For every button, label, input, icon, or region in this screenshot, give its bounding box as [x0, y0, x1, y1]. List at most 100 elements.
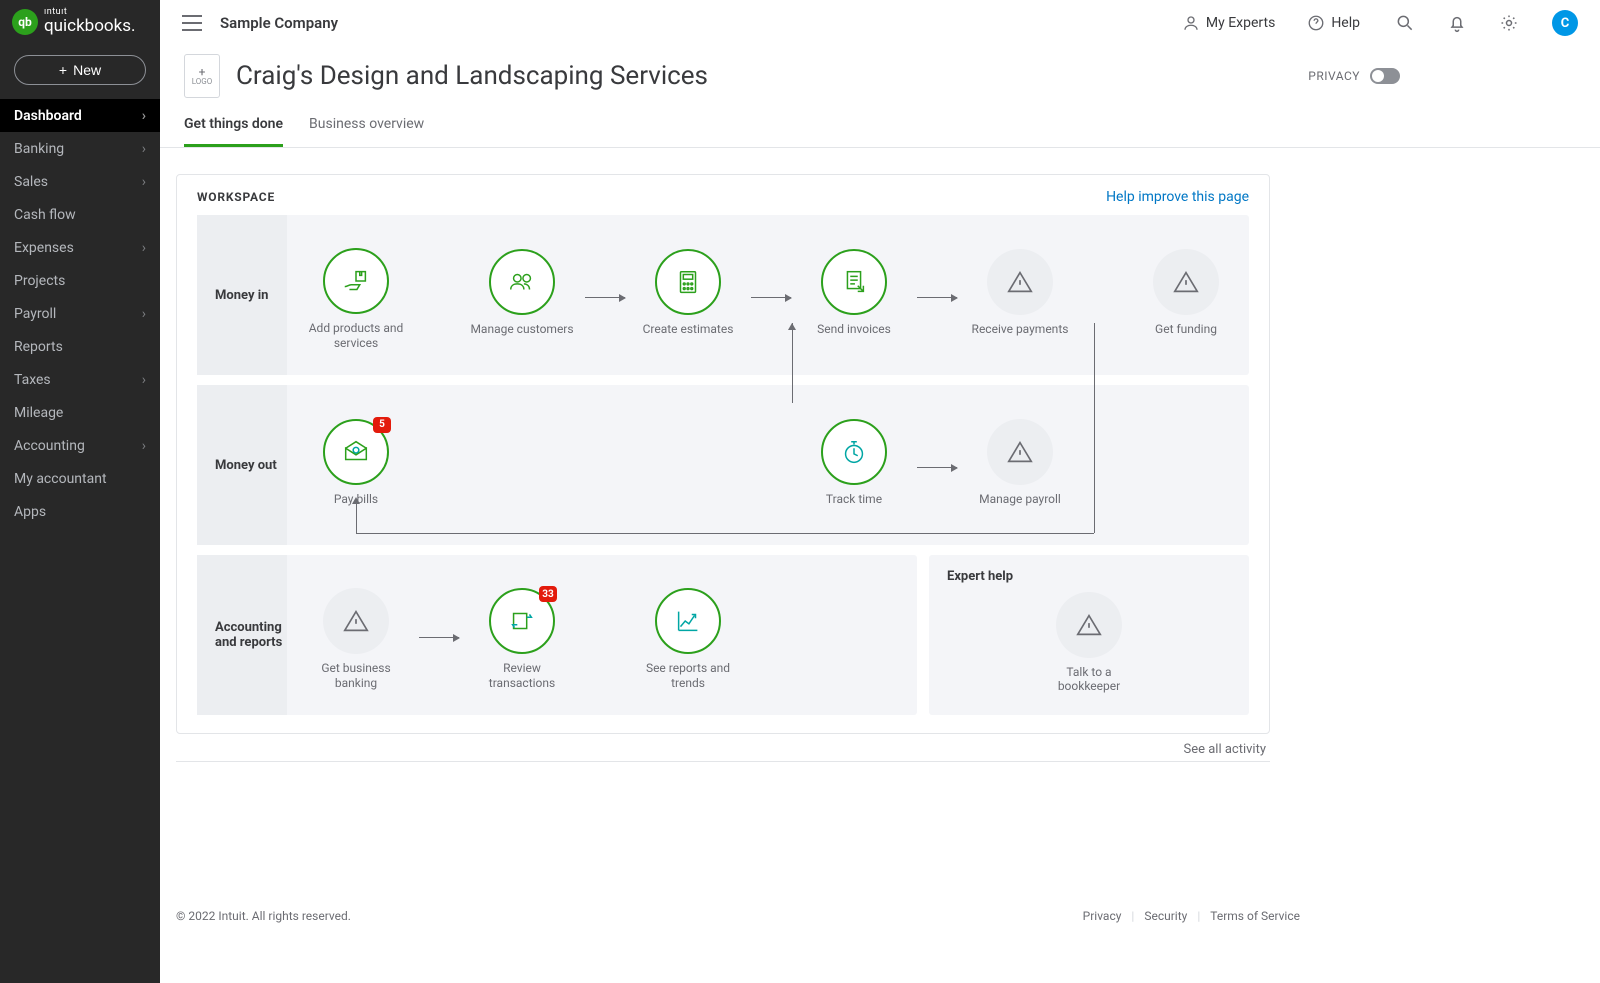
chevron-right-icon: › — [142, 372, 146, 388]
privacy-toggle[interactable] — [1370, 68, 1400, 84]
hamburger-icon[interactable] — [182, 15, 202, 31]
my-experts-link[interactable]: My Experts — [1182, 14, 1275, 32]
row-accounting: Accounting and reports Get business bank… — [197, 555, 917, 715]
copyright: © 2022 Intuit. All rights reserved. — [176, 909, 351, 923]
calculator-icon — [673, 267, 703, 297]
logo-placeholder[interactable]: + LOGO — [184, 54, 220, 98]
sidebar-item-banking[interactable]: Banking› — [0, 132, 160, 165]
tile-manage-payroll[interactable]: Manage payroll — [967, 419, 1073, 520]
money-in-label: Money in — [215, 288, 268, 303]
my-experts-label: My Experts — [1206, 15, 1275, 31]
bell-icon — [1447, 13, 1467, 33]
new-button[interactable]: + New — [14, 55, 146, 85]
warning-icon — [1171, 267, 1201, 297]
sidebar-item-accounting[interactable]: Accounting› — [0, 429, 160, 462]
tile-manage-customers[interactable]: Manage customers — [469, 249, 575, 350]
tile-get-funding[interactable]: Get funding — [1133, 249, 1239, 350]
search-icon — [1395, 13, 1415, 33]
warning-icon — [341, 606, 371, 636]
warning-icon — [1005, 437, 1035, 467]
plus-icon: + — [59, 62, 67, 78]
chart-line-icon — [673, 606, 703, 636]
content: WORKSPACE Help improve this page Money i… — [160, 148, 1600, 762]
tile-create-estimates[interactable]: Create estimates — [635, 249, 741, 350]
settings-button[interactable] — [1498, 12, 1520, 34]
tile-send-invoices[interactable]: Send invoices — [801, 249, 907, 350]
sidebar-item-apps[interactable]: Apps — [0, 495, 160, 528]
accounting-label: Accounting and reports — [215, 620, 287, 650]
search-button[interactable] — [1394, 12, 1416, 34]
warning-icon — [1005, 267, 1035, 297]
brand-quickbooks: quickbooks. — [44, 18, 136, 35]
sidebar-item-sales[interactable]: Sales› — [0, 165, 160, 198]
chevron-right-icon: › — [142, 108, 146, 124]
people-icon — [507, 267, 537, 297]
person-icon — [1182, 14, 1200, 32]
gear-icon — [1499, 13, 1519, 33]
footer-security-link[interactable]: Security — [1144, 909, 1187, 923]
chevron-right-icon: › — [142, 240, 146, 256]
expert-help-label: Expert help — [947, 569, 1231, 584]
tile-track-time[interactable]: Track time — [801, 419, 907, 520]
row-money-out: Money out 5 Pay bills — [197, 385, 1249, 545]
main-region: Sample Company My Experts Help C + LOGO … — [160, 0, 1600, 983]
tile-add-products[interactable]: Add products and services — [303, 248, 409, 350]
sidebar-item-taxes[interactable]: Taxes› — [0, 363, 160, 396]
topbar: Sample Company My Experts Help C — [160, 0, 1600, 46]
sidebar-item-mileage[interactable]: Mileage — [0, 396, 160, 429]
tile-talk-bookkeeper[interactable]: Talk to a bookkeeper — [1036, 592, 1142, 694]
review-trans-badge: 33 — [539, 586, 557, 602]
tab-business-overview[interactable]: Business overview — [309, 116, 424, 147]
qb-mark-icon: qb — [12, 9, 38, 35]
sidebar-item-my-accountant[interactable]: My accountant — [0, 462, 160, 495]
footer-privacy-link[interactable]: Privacy — [1083, 909, 1122, 923]
money-out-label: Money out — [215, 458, 277, 473]
row-money-in: Money in Add products and services — [197, 215, 1249, 375]
tab-get-things-done[interactable]: Get things done — [184, 116, 283, 147]
footer-terms-link[interactable]: Terms of Service — [1210, 909, 1300, 923]
qb-logo[interactable]: qb ıntuıt quickbooks. — [0, 8, 160, 45]
footer: © 2022 Intuit. All rights reserved. Priv… — [176, 909, 1300, 923]
warning-icon — [1074, 610, 1104, 640]
workspace-card: WORKSPACE Help improve this page Money i… — [176, 174, 1270, 734]
tile-review-transactions[interactable]: 33 Review transactions — [469, 588, 575, 690]
chevron-right-icon: › — [142, 141, 146, 157]
tile-get-banking[interactable]: Get business banking — [303, 588, 409, 690]
workspace-label: WORKSPACE — [197, 190, 275, 204]
sidebar-item-dashboard[interactable]: Dashboard› — [0, 99, 160, 132]
help-label: Help — [1331, 15, 1360, 31]
new-button-label: New — [73, 62, 101, 78]
help-link[interactable]: Help — [1307, 14, 1360, 32]
notifications-button[interactable] — [1446, 12, 1468, 34]
chevron-right-icon: › — [142, 174, 146, 190]
page-title: Craig's Design and Landscaping Services — [236, 61, 708, 91]
stopwatch-icon — [839, 437, 869, 467]
tabs: Get things done Business overview — [160, 98, 1600, 148]
nav-list: Dashboard› Banking› Sales› Cash flow Exp… — [0, 99, 160, 528]
sidebar-item-projects[interactable]: Projects — [0, 264, 160, 297]
privacy-label: PRIVACY — [1308, 69, 1360, 83]
invoice-icon — [839, 267, 869, 297]
transfer-icon — [507, 606, 537, 636]
tile-receive-payments[interactable]: Receive payments — [967, 249, 1073, 350]
logo-placeholder-label: LOGO — [192, 78, 213, 87]
tile-pay-bills[interactable]: 5 Pay bills — [303, 419, 409, 520]
plus-icon: + — [199, 66, 206, 78]
expert-help-card: Expert help Talk to a bookkeeper — [929, 555, 1249, 715]
help-improve-link[interactable]: Help improve this page — [1106, 189, 1249, 205]
sidebar-item-expenses[interactable]: Expenses› — [0, 231, 160, 264]
envelope-money-icon — [341, 437, 371, 467]
page-header: + LOGO Craig's Design and Landscaping Se… — [160, 46, 1600, 98]
avatar[interactable]: C — [1552, 10, 1578, 36]
sidebar: qb ıntuıt quickbooks. + New Dashboard› B… — [0, 0, 160, 983]
help-icon — [1307, 14, 1325, 32]
see-all-activity-link[interactable]: See all activity — [176, 734, 1270, 757]
sidebar-item-cash-flow[interactable]: Cash flow — [0, 198, 160, 231]
box-hand-icon — [341, 266, 371, 296]
sidebar-item-reports[interactable]: Reports — [0, 330, 160, 363]
pay-bills-badge: 5 — [373, 417, 391, 433]
company-name[interactable]: Sample Company — [220, 14, 338, 32]
tile-see-reports[interactable]: See reports and trends — [635, 588, 741, 690]
chevron-right-icon: › — [142, 306, 146, 322]
sidebar-item-payroll[interactable]: Payroll› — [0, 297, 160, 330]
